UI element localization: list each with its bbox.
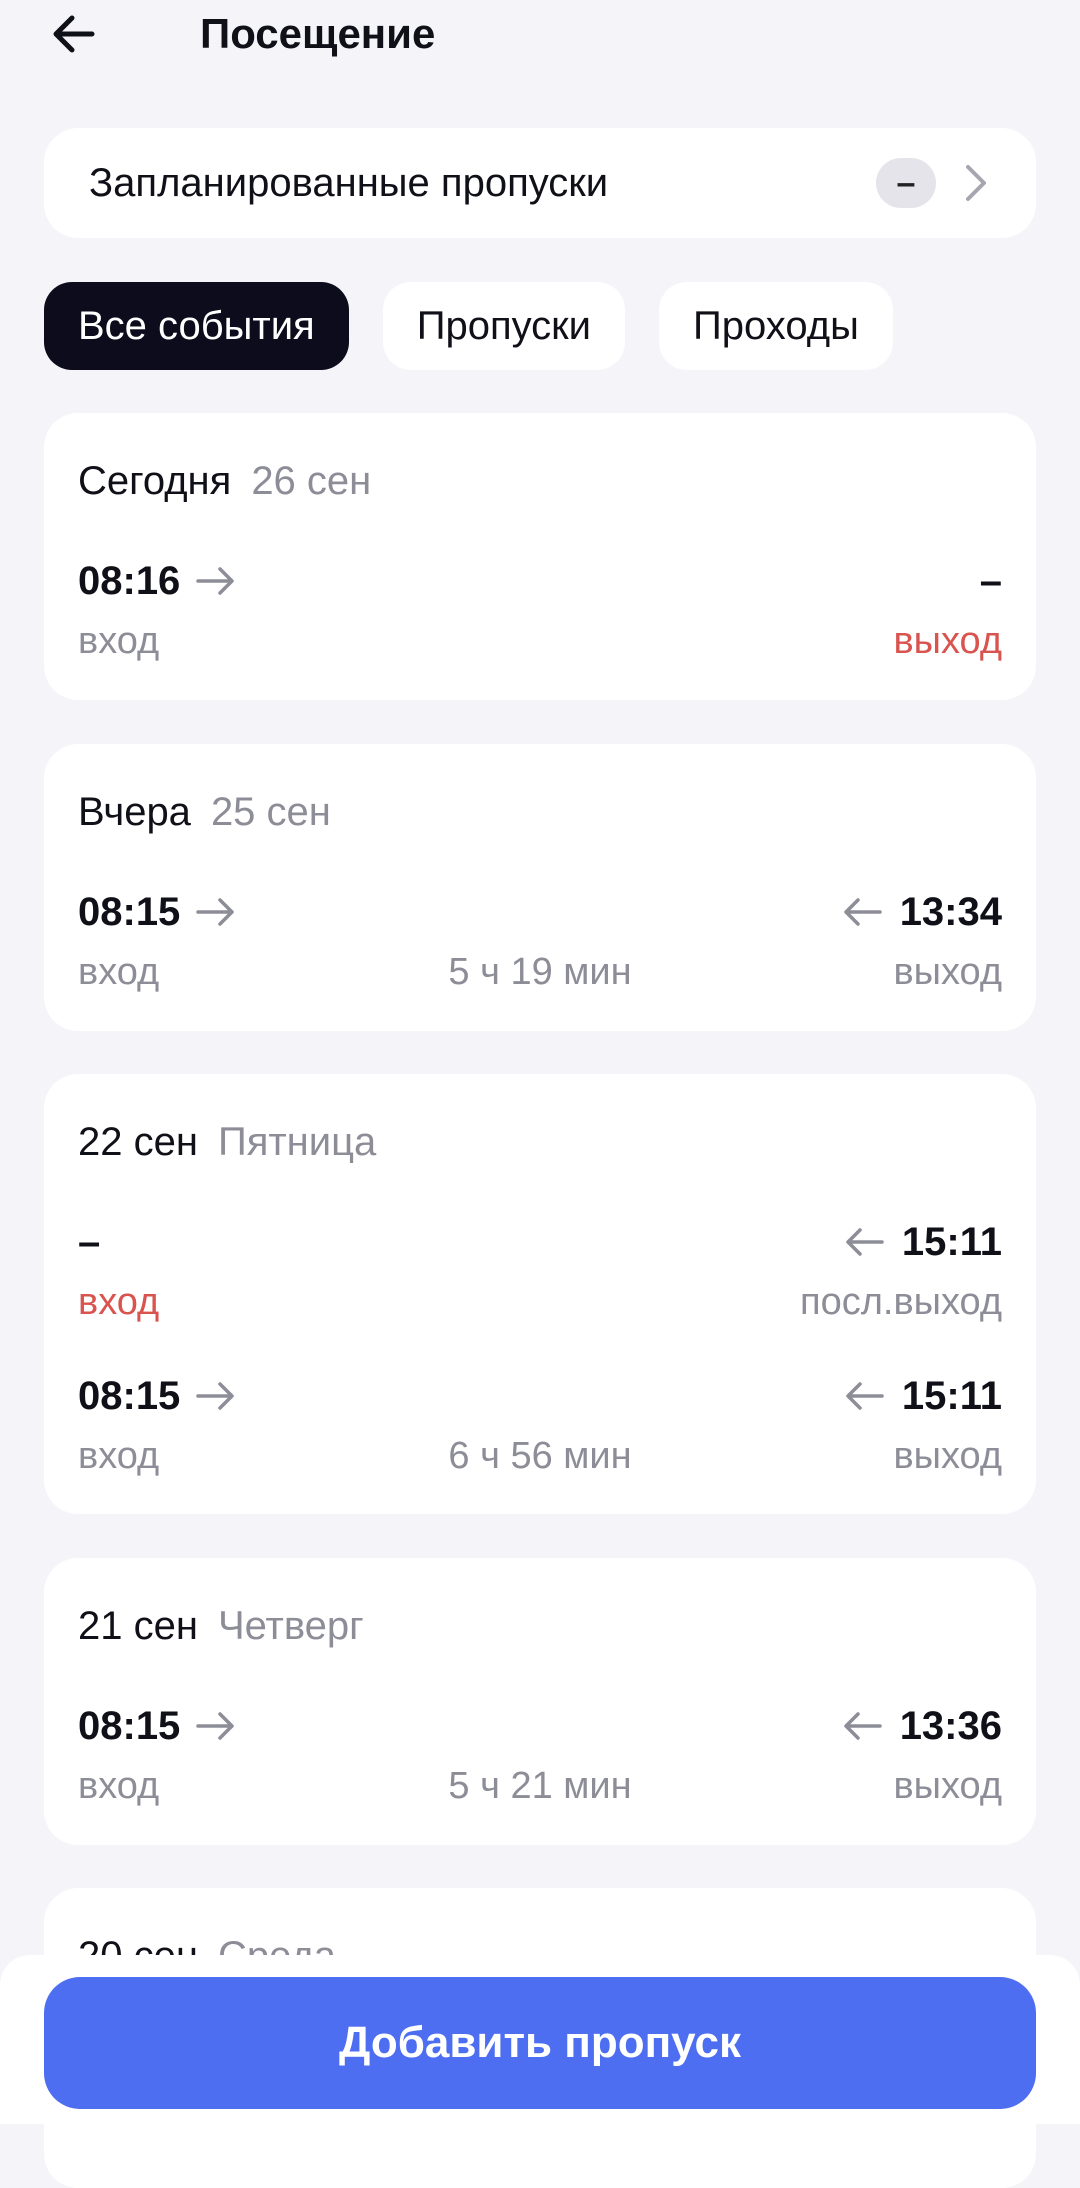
day-title: 22 сен — [78, 1120, 198, 1164]
exit-time: 13:36 — [842, 1698, 1002, 1754]
day-title: Сегодня — [78, 459, 232, 503]
attendance-row[interactable]: 08:16 – вход выход — [78, 553, 1002, 673]
day-subtitle: 25 сен — [210, 790, 331, 834]
attendance-row[interactable]: 08:15 15:11 вход 6 ч 56 мин выход — [78, 1368, 1002, 1488]
tab-passages[interactable]: Проходы — [659, 282, 893, 370]
day-card-header: 21 сен Четверг — [78, 1598, 364, 1654]
day-card-header: Вчера 25 сен — [78, 784, 331, 840]
tab-absences[interactable]: Пропуски — [382, 282, 626, 370]
day-subtitle: 26 сен — [251, 459, 372, 503]
day-subtitle: Пятница — [217, 1120, 377, 1164]
entry-label-missing: вход — [78, 1281, 160, 1323]
back-button[interactable] — [44, 4, 104, 64]
entry-label: вход — [78, 620, 160, 662]
day-subtitle: Четверг — [217, 1604, 364, 1648]
chevron-right-icon — [954, 161, 998, 205]
add-pass-button[interactable]: Добавить пропуск — [44, 1977, 1036, 2109]
entry-time: 08:15 — [78, 1368, 236, 1424]
tab-all-events[interactable]: Все события — [44, 282, 349, 370]
day-card: Вчера 25 сен 08:15 13:34 вход 5 ч 19 мин … — [44, 744, 1036, 1031]
exit-label: выход — [893, 1765, 1002, 1807]
bottom-action-bar: Добавить пропуск — [0, 1955, 1080, 2124]
attendance-row[interactable]: 08:15 13:34 вход 5 ч 19 мин выход — [78, 884, 1002, 1004]
duration: 5 ч 21 мин — [448, 1765, 632, 1807]
page-title: Посещение — [200, 10, 436, 57]
day-card-header: Сегодня 26 сен — [78, 453, 371, 509]
duration: 5 ч 19 мин — [448, 951, 632, 993]
arrow-right-icon — [196, 1380, 236, 1412]
planned-passes-count-badge: – — [876, 158, 936, 208]
day-card: 21 сен Четверг 08:15 13:36 вход 5 ч 21 ми… — [44, 1558, 1036, 1845]
arrow-left-icon — [842, 1710, 882, 1742]
exit-label: выход — [893, 951, 1002, 993]
exit-time: 15:11 — [844, 1368, 1002, 1424]
day-card-header: 22 сен Пятница — [78, 1114, 376, 1170]
exit-time: 13:34 — [842, 884, 1002, 940]
duration: 6 ч 56 мин — [448, 1435, 632, 1477]
day-title: Вчера — [78, 790, 191, 834]
entry-time: 08:16 — [78, 553, 236, 609]
day-card: 22 сен Пятница – 15:11 вход посл.выход 08… — [44, 1074, 1036, 1514]
arrow-right-icon — [196, 896, 236, 928]
exit-time: – — [979, 559, 1002, 603]
entry-time: – — [78, 1220, 101, 1264]
arrow-left-icon — [53, 15, 95, 53]
entry-time: 08:15 — [78, 884, 236, 940]
attendance-row[interactable]: 08:15 13:36 вход 5 ч 21 мин выход — [78, 1698, 1002, 1818]
filter-tabs: Все события Пропуски Проходы — [44, 282, 927, 370]
attendance-row[interactable]: – 15:11 вход посл.выход — [78, 1214, 1002, 1334]
day-title: 21 сен — [78, 1604, 198, 1648]
planned-passes-row[interactable]: Запланированные пропуски – — [44, 128, 1036, 238]
entry-time: 08:15 — [78, 1698, 236, 1754]
arrow-left-icon — [844, 1380, 884, 1412]
exit-label-missing: выход — [893, 620, 1002, 662]
planned-passes-label: Запланированные пропуски — [89, 161, 609, 205]
arrow-left-icon — [844, 1226, 884, 1258]
day-card: Сегодня 26 сен 08:16 – вход выход — [44, 413, 1036, 700]
arrow-right-icon — [196, 565, 236, 597]
exit-label: посл.выход — [800, 1281, 1002, 1323]
exit-label: выход — [893, 1435, 1002, 1477]
arrow-left-icon — [842, 896, 882, 928]
header: Посещение — [0, 0, 1080, 80]
arrow-right-icon — [196, 1710, 236, 1742]
exit-time: 15:11 — [844, 1214, 1002, 1270]
